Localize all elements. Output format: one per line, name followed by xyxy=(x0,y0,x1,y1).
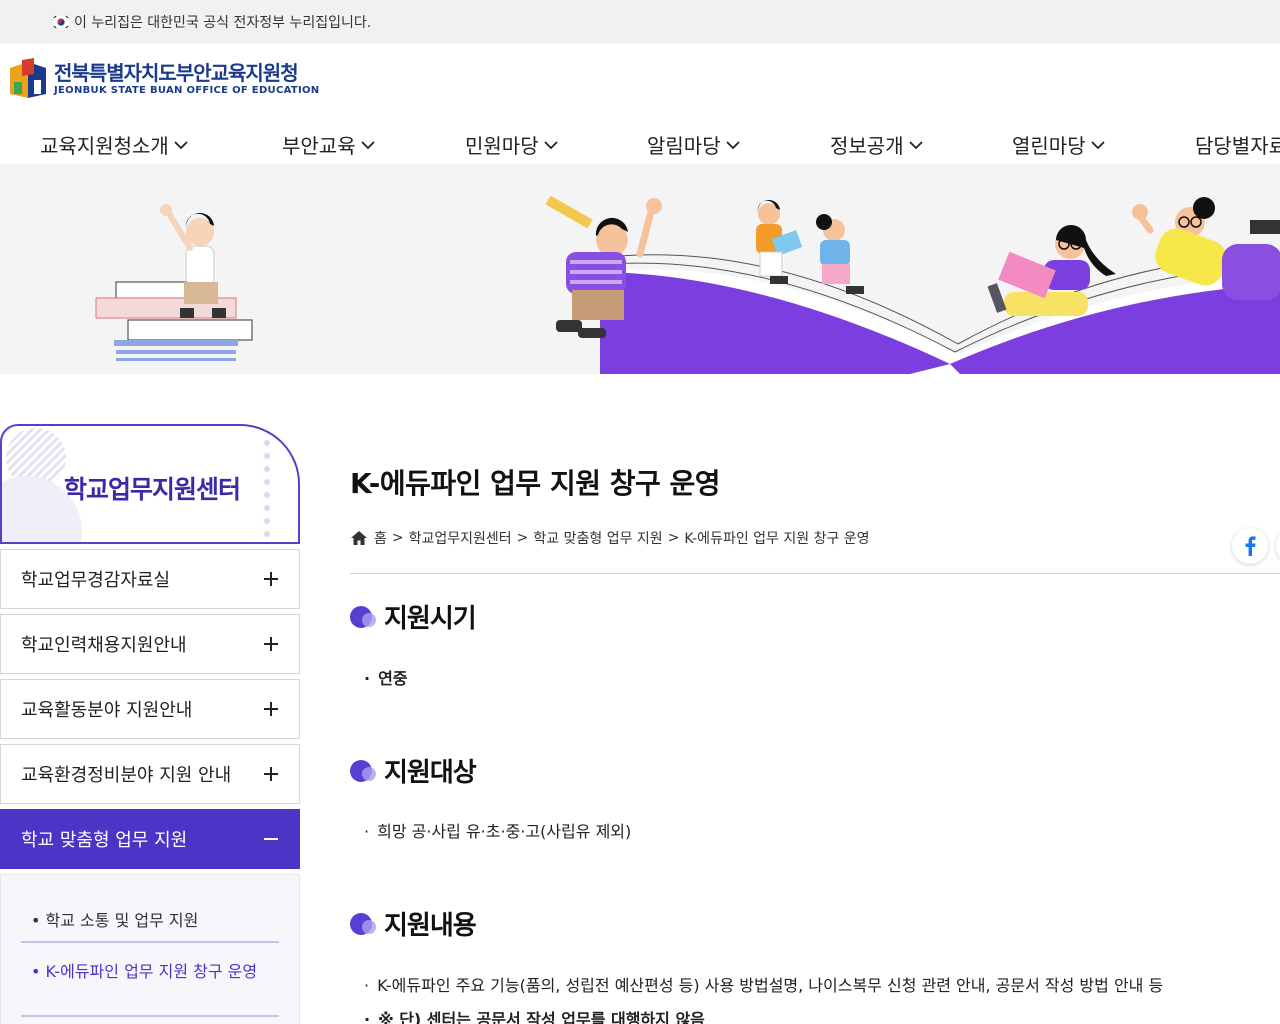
side-nav-item-label: 학교인력채용지원안내 xyxy=(21,635,187,656)
content-divider xyxy=(350,573,1280,574)
gnb-item-intro[interactable]: 교육지원청소개 xyxy=(40,130,189,159)
section-bullet-icon xyxy=(350,912,378,936)
breadcrumb-current: K-에듀파인 업무 지원 창구 운영 xyxy=(684,531,870,547)
side-nav-item-label: 교육활동분야 지원안내 xyxy=(21,700,193,721)
section-title-text: 지원내용 xyxy=(384,911,477,941)
section-item: · 희망 공·사립 유·초·중·고(사립유 제외) xyxy=(364,818,631,842)
facebook-icon xyxy=(1245,536,1256,556)
side-nav-title: 학교업무지원센터 xyxy=(63,475,241,504)
section-title-text: 지원대상 xyxy=(384,758,477,788)
gnb-item-label: 교육지원청소개 xyxy=(40,134,169,158)
bullet-dot: • xyxy=(31,962,46,981)
side-nav-item-environment[interactable]: 교육환경정비분야 지원 안내 xyxy=(0,744,300,804)
section-item-note: · ※ 단) 센터는 공문서 작성 업무를 대행하지 않음 xyxy=(364,1006,705,1024)
section-title-content: 지원내용 xyxy=(350,905,477,942)
page-title: K-에듀파인 업무 지원 창구 운영 xyxy=(350,467,721,500)
breadcrumb-item[interactable]: 학교 맞춤형 업무 지원 xyxy=(533,528,662,548)
breadcrumb-item[interactable]: 학교업무지원센터 xyxy=(409,528,512,548)
gnb-item-disclosure[interactable]: 정보공개 xyxy=(830,130,924,159)
side-nav-title-box: 학교업무지원센터 xyxy=(0,424,300,544)
side-nav-sub-item-label: 학교 소통 및 업무 지원 xyxy=(45,911,199,930)
share-button[interactable] xyxy=(1276,528,1280,564)
home-icon[interactable] xyxy=(350,530,368,546)
bullet-dot: · xyxy=(364,1010,371,1024)
breadcrumb: 홈 > 학교업무지원센터 > 학교 맞춤형 업무 지원 > K-에듀파인 업무 … xyxy=(350,528,870,548)
section-item-text: 연중 xyxy=(378,669,408,688)
section-bullet-icon xyxy=(350,759,378,783)
section-item: · K-에듀파인 주요 기능(품의, 성립전 예산편성 등) 사용 방법설명, 나… xyxy=(364,972,1163,996)
section-title-period: 지원시기 xyxy=(350,598,477,635)
bullet-dot: · xyxy=(364,669,371,688)
gnb-item-buan-edu[interactable]: 부안교육 xyxy=(282,130,376,159)
gnb-item-label: 열린마당 xyxy=(1012,134,1086,158)
korea-flag-icon xyxy=(52,15,70,29)
side-nav-sub-item-edufine[interactable]: • K-에듀파인 업무 지원 창구 운영 xyxy=(21,961,279,1017)
gnb-item-label: 부안교육 xyxy=(282,134,356,158)
side-nav-item-label: 학교 맞춤형 업무 지원 xyxy=(21,830,188,851)
side-nav-item-custom-support[interactable]: 학교 맞춤형 업무 지원 xyxy=(0,809,300,869)
plus-icon xyxy=(264,572,278,586)
gnb-item-open[interactable]: 열린마당 xyxy=(1012,130,1106,159)
chevron-down-icon xyxy=(360,140,375,149)
bullet-dot: · xyxy=(364,976,370,995)
office-logo-icon xyxy=(10,58,46,98)
facebook-share-button[interactable] xyxy=(1232,528,1268,564)
bullet-dot: · xyxy=(364,822,370,841)
section-item-text: 희망 공·사립 유·초·중·고(사립유 제외) xyxy=(377,822,632,841)
site-logo[interactable]: 전북특별자치도부안교육지원청 JEONBUK STATE BUAN OFFICE… xyxy=(8,58,319,100)
gnb-item-civil[interactable]: 민원마당 xyxy=(465,130,559,159)
gov-banner-text: 이 누리집은 대한민국 공식 전자정부 누리집입니다. xyxy=(74,15,372,31)
section-item: · 연중 xyxy=(364,665,408,689)
plus-icon xyxy=(264,702,278,716)
side-nav-item-label: 학교업무경감자료실 xyxy=(21,570,171,591)
chevron-down-icon xyxy=(1090,140,1105,149)
banner-illustration xyxy=(95,195,1280,374)
gnb-item-label: 알림마당 xyxy=(647,134,721,158)
side-nav-sub-item-communication[interactable]: • 학교 소통 및 업무 지원 xyxy=(21,907,279,943)
plus-icon xyxy=(264,637,278,651)
section-title-target: 지원대상 xyxy=(350,752,477,789)
side-nav-item-edu-activity[interactable]: 교육활동분야 지원안내 xyxy=(0,679,300,739)
chevron-down-icon xyxy=(543,140,558,149)
plus-icon xyxy=(264,767,278,781)
breadcrumb-separator: > xyxy=(667,530,680,546)
side-nav-item-recruit-info[interactable]: 학교인력채용지원안내 xyxy=(0,614,300,674)
gov-official-banner: 이 누리집은 대한민국 공식 전자정부 누리집입니다. xyxy=(0,0,1280,44)
gnb-item-notice[interactable]: 알림마당 xyxy=(647,130,741,159)
logo-english-name: JEONBUK STATE BUAN OFFICE OF EDUCATION xyxy=(54,85,320,96)
visual-banner xyxy=(0,164,1280,374)
gnb-item-label: 담당별자료 xyxy=(1195,134,1280,158)
breadcrumb-separator: > xyxy=(391,530,404,546)
minus-icon xyxy=(264,838,278,840)
side-nav-sub-item-label: K-에듀파인 업무 지원 창구 운영 xyxy=(45,962,258,981)
logo-korean-name: 전북특별자치도부안교육지원청 xyxy=(54,61,299,85)
breadcrumb-separator: > xyxy=(516,530,529,546)
gnb-item-label: 민원마당 xyxy=(465,134,539,158)
chevron-down-icon xyxy=(174,140,188,149)
side-nav-item-workload-library[interactable]: 학교업무경감자료실 xyxy=(0,549,300,609)
chevron-down-icon xyxy=(725,140,740,149)
main-navigation: 교육지원청소개 부안교육 민원마당 알림마당 정보공개 열린마당 담당별자료 xyxy=(0,120,1280,164)
gnb-item-label: 정보공개 xyxy=(830,134,904,158)
bullet-dot: • xyxy=(31,911,46,930)
chevron-down-icon xyxy=(908,140,923,149)
section-item-text: ※ 단) 센터는 공문서 작성 업무를 대행하지 않음 xyxy=(378,1010,705,1024)
section-title-text: 지원시기 xyxy=(384,604,477,634)
side-nav-submenu: • 학교 소통 및 업무 지원 • K-에듀파인 업무 지원 창구 운영 xyxy=(0,874,300,1024)
section-bullet-icon xyxy=(350,605,378,629)
side-nav-item-label: 교육환경정비분야 지원 안내 xyxy=(21,765,232,786)
gnb-item-dept-data[interactable]: 담당별자료 xyxy=(1195,130,1280,159)
breadcrumb-home[interactable]: 홈 xyxy=(374,528,387,548)
section-item-text: K-에듀파인 주요 기능(품의, 성립전 예산편성 등) 사용 방법설명, 나이… xyxy=(377,976,1164,995)
site-header: 전북특별자치도부안교육지원청 JEONBUK STATE BUAN OFFICE… xyxy=(0,44,1280,120)
